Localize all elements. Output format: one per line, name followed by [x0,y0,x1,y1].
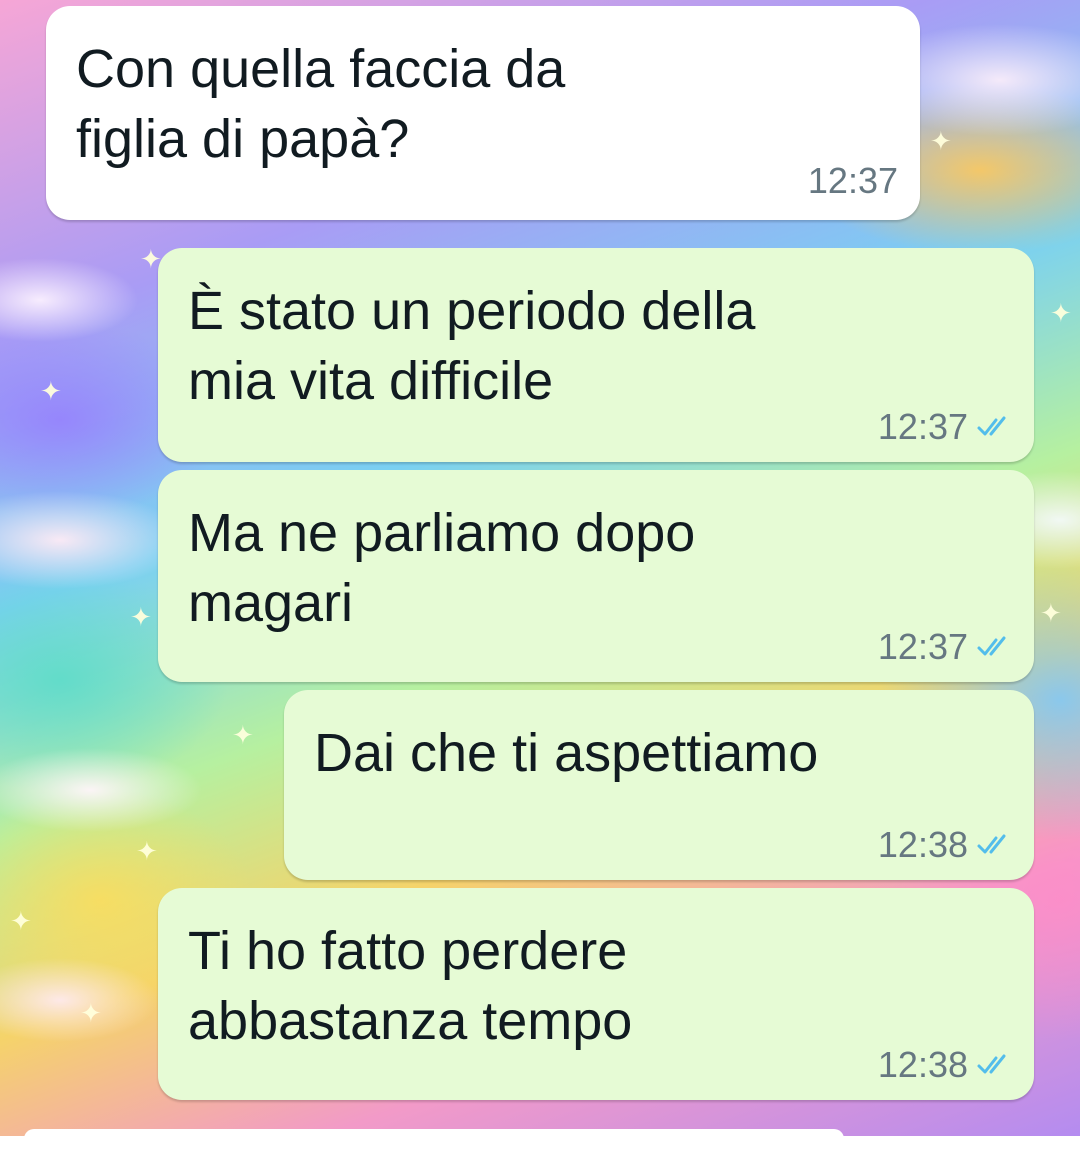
message-meta: 12:37 [878,406,1016,448]
message-time: 12:37 [877,406,968,447]
star-decoration: ✦ [40,376,62,406]
star-decoration: ✦ [1050,298,1072,328]
double-check-read-icon [977,416,1006,436]
message-meta: 12:38 [878,1044,1016,1086]
message-meta: 12:37 [878,626,1016,668]
message-text: Ti ho fatto perdere abbastanza tempo [188,921,633,1051]
message-meta: 12:38 [878,824,1016,866]
next-message-bubble-edge [24,1129,844,1149]
star-decoration: ✦ [136,836,158,866]
message-text: Con quella faccia da figlia di papà? [76,39,566,169]
message-time: 12:37 [807,160,898,201]
double-check-read-icon [977,834,1006,854]
message-text: Dai che ti aspettiamo [314,723,819,783]
double-check-read-icon [977,636,1006,656]
star-decoration: ✦ [130,602,152,632]
message-bubble-outgoing[interactable]: Ti ho fatto perdere abbastanza tempo 12:… [158,888,1034,1100]
message-time: 12:38 [877,1044,968,1085]
message-meta: 12:37 [808,160,898,202]
message-text: È stato un periodo della mia vita diffic… [188,281,756,411]
message-time: 12:37 [877,626,968,667]
message-bubble-outgoing[interactable]: È stato un periodo della mia vita diffic… [158,248,1034,462]
message-bubble-incoming[interactable]: Con quella faccia da figlia di papà? 12:… [46,6,920,220]
message-bubble-outgoing[interactable]: Dai che ti aspettiamo 12:38 [284,690,1034,880]
message-bubble-outgoing[interactable]: Ma ne parliamo dopo magari 12:37 [158,470,1034,682]
star-decoration: ✦ [80,998,102,1028]
star-decoration: ✦ [232,720,254,750]
message-text: Ma ne parliamo dopo magari [188,503,696,633]
star-decoration: ✦ [10,906,32,936]
star-decoration: ✦ [930,126,952,156]
double-check-read-icon [977,1054,1006,1074]
message-time: 12:38 [877,824,968,865]
star-decoration: ✦ [1040,598,1062,628]
